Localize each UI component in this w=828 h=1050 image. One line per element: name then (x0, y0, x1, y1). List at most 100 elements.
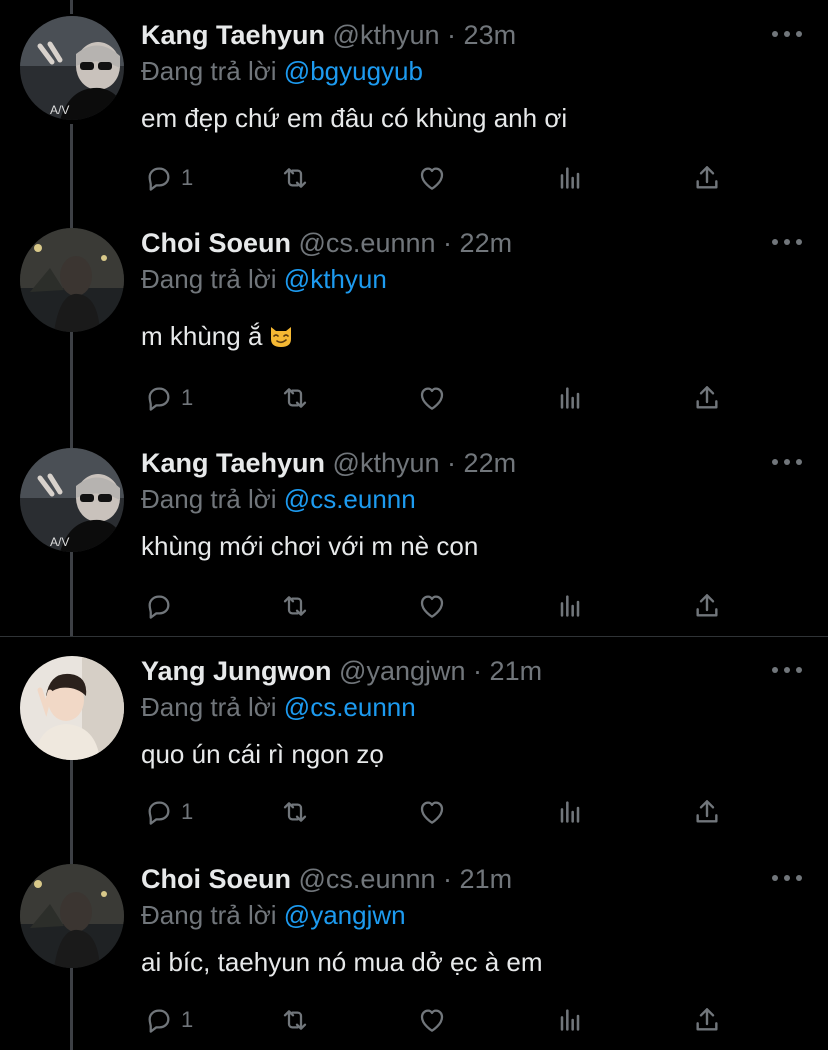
share-button[interactable] (691, 794, 723, 830)
username[interactable]: @kthyun (333, 20, 440, 50)
share-icon (691, 590, 723, 622)
avatar[interactable] (20, 864, 124, 968)
reply-button[interactable]: 1 (143, 794, 193, 830)
separator-dot: · (473, 656, 483, 686)
tweet-text: quo ún cái rì ngon zọ (141, 739, 384, 769)
views-button[interactable] (554, 588, 586, 624)
more-icon[interactable] (772, 870, 802, 886)
tweet[interactable]: Choi Soeun @cs.eunnn · 22m Đang trả lời … (0, 208, 828, 436)
share-button[interactable] (691, 380, 723, 416)
display-name[interactable]: Choi Soeun (141, 228, 291, 258)
username[interactable]: @yangjwn (339, 656, 465, 686)
separator-dot: · (447, 448, 457, 478)
display-name[interactable]: Yang Jungwon (141, 656, 332, 686)
replying-to: Đang trả lời @kthyun (141, 262, 387, 296)
reply-mention[interactable]: @yangjwn (284, 900, 406, 930)
timestamp[interactable]: 23m (464, 20, 517, 50)
reply-button[interactable] (143, 588, 181, 624)
retweet-icon (279, 590, 311, 622)
timestamp[interactable]: 21m (460, 864, 513, 894)
display-name[interactable]: Kang Taehyun (141, 20, 325, 50)
like-icon (416, 382, 448, 414)
retweet-icon (279, 1004, 311, 1036)
tweet-header: Kang Taehyun @kthyun · 23m (141, 18, 516, 52)
retweet-button[interactable] (279, 380, 311, 416)
like-button[interactable] (416, 1002, 448, 1038)
share-button[interactable] (691, 588, 723, 624)
like-icon (416, 590, 448, 622)
username[interactable]: @cs.eunnn (299, 228, 436, 258)
avatar[interactable] (20, 656, 124, 760)
reply-mention[interactable]: @kthyun (284, 264, 387, 294)
reply-count: 1 (181, 165, 194, 190)
retweet-button[interactable] (279, 794, 311, 830)
display-name[interactable]: Kang Taehyun (141, 448, 325, 478)
retweet-button[interactable] (279, 1002, 311, 1038)
like-button[interactable] (416, 794, 448, 830)
replying-to: Đang trả lời @cs.eunnn (141, 482, 416, 516)
svg-text:A/V: A/V (50, 103, 69, 117)
tweet-actions: 1 (141, 380, 741, 416)
share-button[interactable] (691, 1002, 723, 1038)
username[interactable]: @kthyun (333, 448, 440, 478)
tweet[interactable]: A/V Kang Taehyun @kthyun · 22m Đang trả … (0, 428, 828, 636)
username[interactable]: @cs.eunnn (299, 864, 436, 894)
tweet-actions (141, 588, 741, 624)
avatar[interactable]: A/V (20, 448, 124, 552)
replying-to: Đang trả lời @cs.eunnn (141, 690, 416, 724)
timestamp[interactable]: 22m (460, 228, 513, 258)
share-icon (691, 162, 723, 194)
tweet[interactable]: Choi Soeun @cs.eunnn · 21m Đang trả lời … (0, 844, 828, 1050)
more-icon[interactable] (772, 454, 802, 470)
more-icon[interactable] (772, 234, 802, 250)
replying-to: Đang trả lời @bgyugyub (141, 54, 423, 88)
reply-button[interactable]: 1 (143, 1002, 193, 1038)
like-icon (416, 162, 448, 194)
tweet-text: m khùng ắ (141, 321, 263, 351)
views-button[interactable] (554, 794, 586, 830)
reply-mention[interactable]: @bgyugyub (284, 56, 423, 86)
replying-label: Đang trả lời (141, 264, 277, 294)
timestamp[interactable]: 21m (490, 656, 543, 686)
views-button[interactable] (554, 1002, 586, 1038)
reply-button[interactable]: 1 (143, 380, 193, 416)
reply-icon (143, 382, 175, 414)
reply-mention[interactable]: @cs.eunnn (284, 692, 416, 722)
retweet-button[interactable] (279, 588, 311, 624)
tweet-text: khùng mới chơi với m nè con (141, 531, 479, 561)
views-icon (554, 1004, 586, 1036)
views-button[interactable] (554, 160, 586, 196)
reply-icon (143, 162, 175, 194)
share-button[interactable] (691, 160, 723, 196)
views-button[interactable] (554, 380, 586, 416)
timestamp[interactable]: 22m (464, 448, 517, 478)
like-button[interactable] (416, 588, 448, 624)
tweet-actions: 1 (141, 1002, 741, 1038)
separator-dot: · (447, 20, 457, 50)
like-icon (416, 796, 448, 828)
replying-label: Đang trả lời (141, 56, 277, 86)
reply-button[interactable]: 1 (143, 160, 193, 196)
like-button[interactable] (416, 380, 448, 416)
avatar[interactable]: A/V (20, 16, 124, 120)
retweet-icon (279, 796, 311, 828)
tweet[interactable]: Yang Jungwon @yangjwn · 21m Đang trả lời… (0, 636, 828, 844)
reply-count: 1 (181, 799, 194, 824)
tweet-text: ai bíc, taehyun nó mua dở ẹc à em (141, 947, 543, 977)
share-icon (691, 382, 723, 414)
more-icon[interactable] (772, 26, 802, 42)
reply-count: 1 (181, 385, 194, 410)
views-icon (554, 162, 586, 194)
reply-mention[interactable]: @cs.eunnn (284, 484, 416, 514)
replying-to: Đang trả lời @yangjwn (141, 898, 406, 932)
views-icon (554, 590, 586, 622)
like-button[interactable] (416, 160, 448, 196)
tweet-actions: 1 (141, 794, 741, 830)
more-icon[interactable] (772, 662, 802, 678)
separator-dot: · (443, 228, 453, 258)
display-name[interactable]: Choi Soeun (141, 864, 291, 894)
tweet[interactable]: A/V Kang Taehyun @kthyun · 23m Đang trả … (0, 0, 828, 228)
retweet-button[interactable] (279, 160, 311, 196)
avatar[interactable] (20, 228, 124, 332)
tweet-actions: 1 (141, 160, 741, 196)
